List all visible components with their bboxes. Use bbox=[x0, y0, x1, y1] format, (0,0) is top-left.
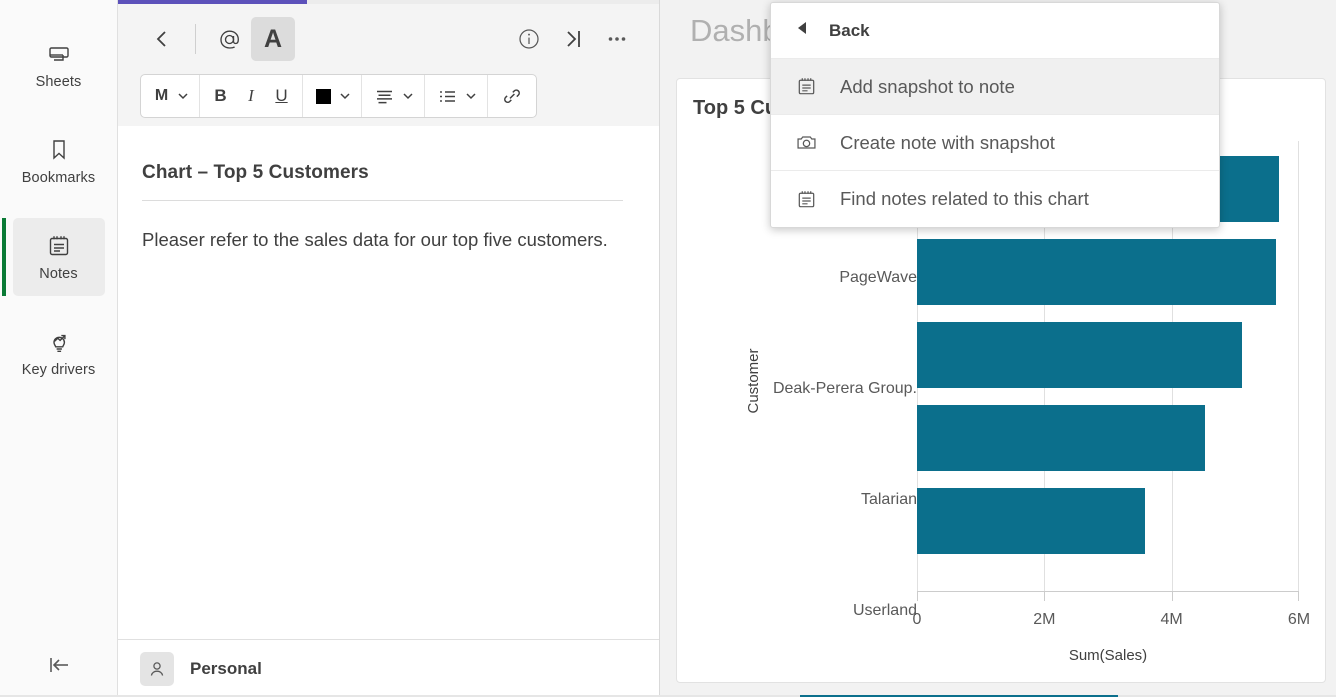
chevron-down-icon[interactable] bbox=[337, 75, 361, 117]
text-color-button[interactable] bbox=[303, 75, 337, 117]
note-footer: Personal bbox=[118, 639, 659, 697]
list-group bbox=[425, 75, 488, 117]
text-format-icon[interactable]: A bbox=[251, 17, 295, 61]
loading-progress-bar bbox=[118, 0, 659, 4]
bold-button[interactable]: B bbox=[200, 75, 234, 117]
align-group bbox=[362, 75, 425, 117]
note-body-text: Pleaser refer to the sales data for our … bbox=[142, 229, 608, 250]
color-swatch bbox=[316, 88, 331, 104]
underline-label: U bbox=[275, 86, 288, 105]
text-color-group bbox=[303, 75, 362, 117]
y-tick-label: Deak-Perera Group. bbox=[772, 379, 917, 397]
notes-icon bbox=[45, 232, 73, 260]
sidebar-item-sheets[interactable]: Sheets bbox=[13, 26, 105, 104]
align-left-icon[interactable] bbox=[362, 75, 400, 117]
sidebar-item-label: Key drivers bbox=[21, 362, 96, 379]
sidebar-item-label: Sheets bbox=[35, 74, 82, 91]
text-decoration-group: B I U bbox=[200, 75, 303, 117]
x-axis-line bbox=[917, 591, 1299, 592]
x-tick-label: 0 bbox=[912, 611, 922, 628]
y-tick-label: Talarian bbox=[860, 490, 917, 508]
notes-icon bbox=[795, 188, 818, 211]
note-editor-body[interactable]: Chart – Top 5 Customers Pleaser refer to… bbox=[118, 126, 659, 639]
underline-button[interactable]: U bbox=[268, 75, 302, 117]
note-title: Chart – Top 5 Customers bbox=[142, 162, 623, 201]
text-style-button[interactable]: M bbox=[141, 75, 175, 117]
menu-item-label: Find notes related to this chart bbox=[840, 188, 1089, 209]
bar-3[interactable] bbox=[917, 405, 1206, 472]
sidebar-item-key-drivers[interactable]: Key drivers bbox=[13, 314, 105, 392]
sidebar-item-notes[interactable]: Notes bbox=[1, 218, 105, 296]
camera-icon bbox=[795, 131, 818, 154]
at-mention-icon[interactable] bbox=[207, 17, 251, 61]
text-style-group: M bbox=[141, 75, 200, 117]
x-tick-label: 6M bbox=[1287, 611, 1311, 628]
sheets-icon bbox=[45, 40, 73, 68]
bookmark-icon bbox=[45, 136, 73, 164]
menu-item-label: Add snapshot to note bbox=[840, 75, 1015, 97]
link-group bbox=[488, 75, 536, 117]
info-circle-icon[interactable] bbox=[507, 17, 551, 61]
bar-1[interactable] bbox=[917, 239, 1276, 306]
text-style-label: M bbox=[154, 87, 169, 104]
italic-label: I bbox=[248, 86, 254, 105]
bar-4[interactable] bbox=[917, 488, 1146, 555]
sidebar-item-label: Notes bbox=[39, 266, 78, 283]
triangle-left-icon bbox=[795, 20, 809, 41]
format-toolbar: M B I U bbox=[118, 74, 659, 126]
y-tick-label: PageWave bbox=[839, 268, 917, 286]
more-options-icon[interactable] bbox=[595, 17, 639, 61]
note-owner-label: Personal bbox=[190, 658, 262, 678]
chevron-down-icon[interactable] bbox=[400, 75, 424, 117]
sidebar-item-bookmarks[interactable]: Bookmarks bbox=[13, 122, 105, 200]
menu-item-find-notes-related[interactable]: Find notes related to this chart bbox=[771, 171, 1219, 227]
avatar bbox=[140, 651, 174, 686]
notes-icon bbox=[795, 75, 818, 98]
chevron-down-icon[interactable] bbox=[175, 75, 199, 117]
menu-item-add-snapshot-to-note[interactable]: Add snapshot to note bbox=[771, 59, 1219, 115]
toolbar-divider bbox=[195, 24, 196, 54]
back-button[interactable] bbox=[140, 17, 184, 61]
bar-2[interactable] bbox=[917, 322, 1243, 389]
menu-back-label: Back bbox=[829, 20, 870, 40]
collapse-right-icon[interactable] bbox=[551, 17, 595, 61]
bold-label: B bbox=[214, 86, 227, 105]
italic-button[interactable]: I bbox=[234, 75, 268, 117]
menu-item-label: Create note with snapshot bbox=[840, 131, 1055, 153]
x-axis-title: Sum(Sales) bbox=[1068, 647, 1148, 664]
note-toolbar: A bbox=[118, 4, 659, 74]
left-nav-rail: Sheets Bookmarks Notes Key drivers bbox=[0, 0, 118, 697]
sidebar-item-label: Bookmarks bbox=[21, 170, 96, 187]
snapshot-context-menu: Back Add snapshot to note Create note wi… bbox=[770, 2, 1220, 228]
app-root: Sheets Bookmarks Notes Key drivers A M B… bbox=[0, 0, 1336, 697]
chevron-down-icon[interactable] bbox=[463, 75, 487, 117]
menu-item-create-note-with-snapshot[interactable]: Create note with snapshot bbox=[771, 115, 1219, 171]
collapse-left-icon[interactable] bbox=[0, 645, 117, 685]
bullet-list-icon[interactable] bbox=[425, 75, 463, 117]
menu-back-button[interactable]: Back bbox=[771, 3, 1219, 59]
y-tick-label: Userland bbox=[852, 601, 917, 619]
link-icon[interactable] bbox=[488, 75, 536, 117]
key-drivers-icon bbox=[45, 328, 73, 356]
x-tick-label: 4M bbox=[1160, 611, 1183, 628]
note-panel: A M B I U Chart – Top 5 Customers Please… bbox=[118, 0, 660, 697]
x-tick-label: 2M bbox=[1033, 611, 1056, 628]
